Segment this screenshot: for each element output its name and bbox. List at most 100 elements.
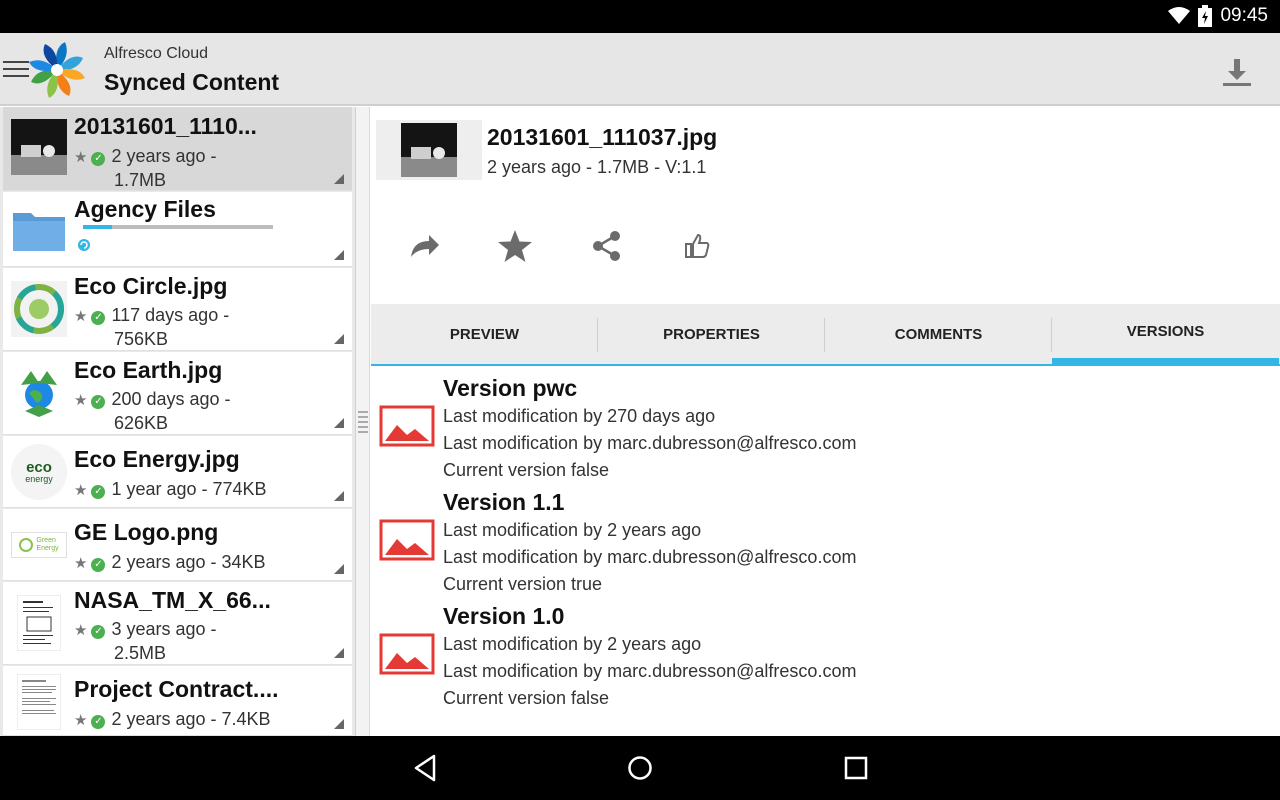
file-name: 20131601_1110...	[74, 113, 257, 139]
tab-properties[interactable]: PROPERTIES	[598, 304, 825, 364]
file-meta: ★ ✓ 2 years ago - 34KB	[74, 552, 266, 572]
star-icon: ★	[74, 482, 88, 499]
file-thumbnail	[11, 595, 67, 651]
synced-check-icon: ✓	[91, 485, 106, 499]
image-version-icon	[379, 519, 435, 561]
star-icon: ★	[74, 149, 88, 166]
file-thumbnail: Green Energy	[11, 517, 67, 573]
star-icon: ★	[74, 622, 88, 639]
version-item[interactable]: Version 1.0 Last modification by 2 years…	[371, 597, 1280, 711]
like-button[interactable]	[677, 226, 717, 266]
synced-check-icon: ✓	[91, 311, 106, 325]
image-version-icon	[379, 405, 435, 447]
version-modified: Last modification by 2 years ago	[443, 634, 702, 654]
status-icons: 09:45	[1168, 5, 1268, 27]
favorite-button[interactable]	[495, 226, 535, 266]
folder-icon	[11, 202, 67, 258]
item-menu-corner[interactable]	[334, 250, 344, 260]
version-current: Current version false	[443, 460, 610, 480]
item-menu-corner[interactable]	[334, 491, 344, 501]
home-icon[interactable]	[625, 753, 655, 783]
version-current: Current version false	[443, 688, 610, 708]
version-modified-by: Last modification by marc.dubresson@alfr…	[443, 547, 857, 567]
file-thumbnail: eco energy	[11, 444, 67, 500]
synced-check-icon: ✓	[91, 152, 106, 166]
star-icon: ★	[74, 308, 88, 325]
file-thumbnail	[11, 674, 67, 730]
file-name: Project Contract....	[74, 676, 279, 702]
detail-pane: 20131601_111037.jpg 2 years ago - 1.7MB …	[371, 107, 1280, 736]
item-menu-corner[interactable]	[334, 418, 344, 428]
back-icon[interactable]	[410, 753, 440, 783]
star-icon: ★	[74, 555, 88, 572]
version-item[interactable]: Version pwc Last modification by 270 day…	[371, 369, 1280, 483]
list-item[interactable]: 20131601_1110... ★ ✓ 2 years ago - 1.7MB	[3, 107, 352, 191]
file-meta: ★ ✓ 2 years ago - 7.4KB	[74, 709, 271, 729]
tab-comments[interactable]: COMMENTS	[825, 304, 1052, 364]
list-item[interactable]: Eco Circle.jpg ★ ✓ 117 days ago - 756KB	[3, 268, 352, 351]
version-item[interactable]: Version 1.1 Last modification by 2 years…	[371, 483, 1280, 597]
recents-icon[interactable]	[841, 753, 871, 783]
drag-handle-icon[interactable]	[358, 409, 368, 435]
item-menu-corner[interactable]	[334, 334, 344, 344]
status-bar: 09:45	[0, 0, 1280, 33]
file-thumbnail	[11, 281, 67, 337]
item-menu-corner[interactable]	[334, 564, 344, 574]
file-name: NASA_TM_X_66...	[74, 587, 271, 613]
version-modified: Last modification by 270 days ago	[443, 406, 716, 426]
synced-check-icon: ✓	[91, 395, 106, 409]
detail-tabs: PREVIEW PROPERTIES COMMENTS VERSIONS	[371, 304, 1280, 366]
document-thumbnail[interactable]	[376, 120, 482, 180]
star-icon	[498, 230, 532, 262]
tab-versions[interactable]: VERSIONS	[1052, 304, 1279, 364]
file-meta: ★ ✓ 117 days ago - 756KB	[74, 305, 230, 349]
battery-charging-icon	[1198, 5, 1213, 27]
list-item[interactable]: Eco Earth.jpg ★ ✓ 200 days ago - 626KB	[3, 352, 352, 435]
file-list: 20131601_1110... ★ ✓ 2 years ago - 1.7MB A…	[0, 107, 356, 736]
action-row	[371, 222, 1280, 270]
file-meta: ★ ✓ 200 days ago - 626KB	[74, 389, 231, 433]
list-item[interactable]: Agency Files	[3, 192, 352, 267]
file-name: Eco Energy.jpg	[74, 446, 240, 472]
version-title: Version 1.0	[443, 603, 565, 629]
document-title: 20131601_111037.jpg	[487, 124, 718, 150]
star-icon: ★	[74, 712, 88, 729]
file-thumbnail	[11, 119, 67, 175]
item-menu-corner[interactable]	[334, 648, 344, 658]
file-name: GE Logo.png	[74, 519, 219, 545]
wifi-icon	[1168, 7, 1191, 24]
version-modified-by: Last modification by marc.dubresson@alfr…	[443, 661, 857, 681]
file-meta: ★ ✓ 1 year ago - 774KB	[74, 479, 267, 499]
tab-preview[interactable]: PREVIEW	[371, 304, 598, 364]
list-item[interactable]: eco energy Eco Energy.jpg ★ ✓ 1 year ago -…	[3, 436, 352, 508]
synced-check-icon: ✓	[91, 625, 106, 639]
file-name: Eco Circle.jpg	[74, 273, 228, 299]
list-item[interactable]: Project Contract.... ★ ✓ 2 years ago - 7.4…	[3, 666, 352, 736]
action-bar: Alfresco Cloud Synced Content	[0, 33, 1280, 106]
status-time: 09:45	[1220, 5, 1268, 26]
item-menu-corner[interactable]	[334, 174, 344, 184]
file-meta: ★ ✓ 2 years ago - 1.7MB	[74, 146, 217, 190]
list-item[interactable]: Green Energy GE Logo.png ★ ✓ 2 years ago - …	[3, 509, 352, 581]
file-thumbnail	[11, 365, 67, 421]
version-title: Version 1.1	[443, 489, 565, 515]
document-meta: 2 years ago - 1.7MB - V:1.1	[487, 157, 707, 177]
star-icon: ★	[74, 392, 88, 409]
version-modified: Last modification by 2 years ago	[443, 520, 702, 540]
forward-arrow-icon	[411, 235, 439, 257]
download-icon[interactable]	[1220, 55, 1254, 89]
sync-icon	[78, 239, 90, 251]
version-modified-by: Last modification by marc.dubresson@alfr…	[443, 433, 857, 453]
thumbs-up-icon	[685, 233, 710, 258]
file-name: Agency Files	[74, 196, 216, 222]
sync-progress-bar	[83, 225, 273, 229]
file-meta: ★ ✓ 3 years ago - 2.5MB	[74, 619, 217, 663]
open-in-button[interactable]	[405, 226, 445, 266]
share-button[interactable]	[587, 226, 627, 266]
pane-divider[interactable]	[356, 107, 370, 736]
file-name: Eco Earth.jpg	[74, 357, 223, 383]
item-menu-corner[interactable]	[334, 719, 344, 729]
alfresco-logo-icon[interactable]	[26, 39, 88, 101]
screen-title: Synced Content	[104, 69, 280, 95]
list-item[interactable]: NASA_TM_X_66... ★ ✓ 3 years ago - 2.5MB	[3, 582, 352, 665]
